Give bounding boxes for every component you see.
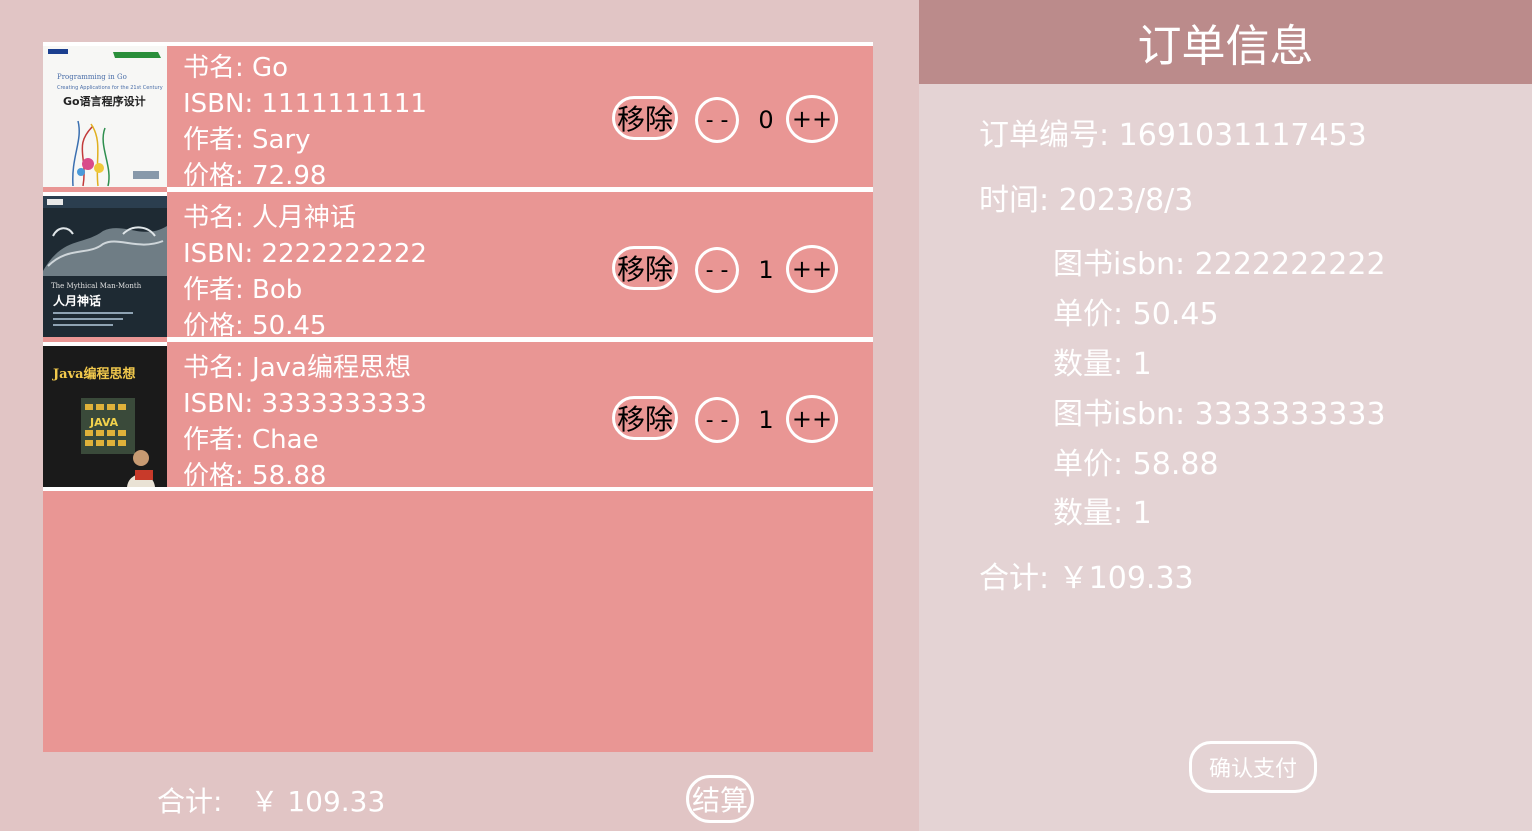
book-cover-mythical-man-month: The Mythical Man-Month 人月神话 — [43, 196, 167, 337]
book-info: 书名: Go ISBN: 1111111111 作者: Sary 价格: 72.… — [183, 50, 427, 194]
book-title: 书名: 人月神话 — [183, 203, 357, 233]
cart-item: Java编程思想 JAVA 书名: Java编程思想 ISBN: 3333333… — [43, 346, 873, 491]
svg-text:JAVA: JAVA — [89, 416, 119, 429]
cart-panel: Programming in Go Creating Applications … — [0, 0, 919, 831]
order-line-quantity: 数量: 1 — [1053, 347, 1152, 382]
book-cover-go: Programming in Go Creating Applications … — [43, 46, 167, 187]
quantity-value: 1 — [758, 256, 774, 284]
cart-list: Programming in Go Creating Applications … — [43, 42, 873, 752]
order-line-price: 单价: 58.88 — [1053, 447, 1219, 482]
order-line-isbn: 图书isbn: 3333333333 — [1053, 397, 1386, 432]
cart-item: The Mythical Man-Month 人月神话 书名: 人月神话 ISB… — [43, 196, 873, 341]
remove-button[interactable]: 移除 — [612, 96, 678, 140]
item-divider — [167, 337, 873, 342]
book-author: 作者: Sary — [183, 125, 311, 155]
order-title: 订单信息 — [919, 0, 1532, 84]
item-divider — [43, 192, 167, 196]
order-line-quantity: 数量: 1 — [1053, 496, 1152, 531]
book-info: 书名: 人月神话 ISBN: 2222222222 作者: Bob 价格: 50… — [183, 200, 427, 344]
book-title: 书名: Go — [183, 53, 289, 83]
book-title: 书名: Java编程思想 — [183, 353, 411, 383]
svg-text:Creating Applications for the: Creating Applications for the 21st Centu… — [57, 85, 163, 91]
quantity-value: 0 — [758, 106, 774, 134]
book-isbn: ISBN: 1111111111 — [183, 89, 427, 119]
order-total: 合计: ￥109.33 — [979, 561, 1194, 596]
order-line-price: 单价: 50.45 — [1053, 297, 1219, 332]
item-divider — [43, 342, 167, 346]
item-divider — [43, 42, 873, 46]
svg-text:The Mythical Man-Month: The Mythical Man-Month — [51, 282, 142, 290]
increase-quantity-button[interactable]: ++ — [786, 395, 838, 443]
confirm-payment-button[interactable]: 确认支付 — [1189, 741, 1317, 793]
book-isbn: ISBN: 2222222222 — [183, 239, 427, 269]
order-panel: 订单信息 订单编号: 1691031117453 时间: 2023/8/3 图书… — [919, 0, 1532, 831]
cart-total-value: ￥ 109.33 — [250, 785, 386, 818]
cart-item: Programming in Go Creating Applications … — [43, 46, 873, 191]
book-author: 作者: Chae — [183, 425, 319, 455]
decrease-quantity-button[interactable]: - - — [695, 247, 739, 293]
svg-text:人月神话: 人月神话 — [53, 293, 101, 308]
quantity-value: 1 — [758, 406, 774, 434]
order-time: 时间: 2023/8/3 — [979, 183, 1194, 218]
svg-text:Go语言程序设计: Go语言程序设计 — [63, 94, 146, 108]
book-isbn: ISBN: 3333333333 — [183, 389, 427, 419]
book-info: 书名: Java编程思想 ISBN: 3333333333 作者: Chae 价… — [183, 350, 427, 494]
cart-total-label: 合计: — [157, 785, 223, 818]
decrease-quantity-button[interactable]: - - — [695, 397, 739, 443]
book-cover-thinking-in-java: Java编程思想 JAVA — [43, 346, 167, 487]
remove-button[interactable]: 移除 — [612, 396, 678, 440]
cart-total: 合计: ￥ 109.33 — [157, 780, 385, 820]
remove-button[interactable]: 移除 — [612, 246, 678, 290]
order-id: 订单编号: 1691031117453 — [979, 118, 1367, 153]
order-line-isbn: 图书isbn: 2222222222 — [1053, 247, 1386, 282]
increase-quantity-button[interactable]: ++ — [786, 95, 838, 143]
increase-quantity-button[interactable]: ++ — [786, 245, 838, 293]
checkout-button[interactable]: 结算 — [686, 775, 754, 823]
svg-text:Programming in Go: Programming in Go — [57, 73, 127, 81]
svg-text:Java编程思想: Java编程思想 — [52, 366, 136, 382]
item-divider — [167, 187, 873, 192]
book-author: 作者: Bob — [183, 275, 303, 305]
decrease-quantity-button[interactable]: - - — [695, 97, 739, 143]
item-divider — [43, 487, 873, 491]
